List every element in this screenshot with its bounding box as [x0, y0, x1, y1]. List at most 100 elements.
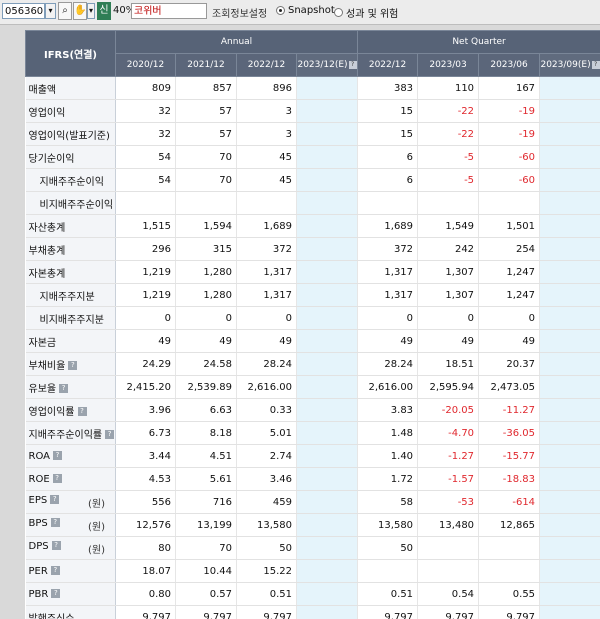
table-cell [296, 306, 359, 330]
table-cell: 1,219 [115, 260, 176, 284]
table-cell: 4.51 [175, 444, 237, 468]
table-cell [296, 122, 359, 146]
table-cell: 57 [175, 122, 237, 146]
table-cell [296, 559, 359, 583]
table-cell: 4.53 [115, 467, 176, 491]
table-cell: 45 [236, 145, 297, 169]
table-cell [539, 99, 600, 123]
table-cell: 2,473.05 [478, 375, 541, 399]
info-icon[interactable]: ? [50, 518, 60, 527]
info-icon[interactable]: ? [52, 474, 62, 483]
table-cell: 24.29 [115, 352, 176, 376]
table-cell: 9,797 [115, 605, 176, 619]
search-icon[interactable]: ⌕ [58, 2, 72, 20]
column-header-estimate[interactable]: 2023/12(E)? [295, 53, 359, 77]
table-cell: 383 [357, 76, 419, 100]
row-label: PER? [25, 559, 116, 583]
table-cell: 3.83 [357, 398, 419, 422]
financial-table-body: 매출액 809 857 896 383 110 167 영업이익 32 57 3 15 -22 -19 영업… [25, 76, 600, 619]
info-icon[interactable]: ? [105, 430, 115, 439]
table-cell [539, 513, 600, 537]
table-cell: 70 [175, 536, 237, 560]
estimate-help-icon[interactable]: ? [591, 60, 600, 69]
table-cell [175, 191, 237, 215]
stock-code-input[interactable]: 056360 [2, 3, 45, 19]
row-label: 비지배주주순이익 [25, 191, 116, 215]
table-cell: -1.57 [417, 467, 480, 491]
row-label-text: 자산총계 [28, 222, 66, 234]
info-icon[interactable]: ? [51, 541, 61, 550]
row-label: ROE? [25, 467, 116, 491]
table-cell: 13,199 [175, 513, 237, 537]
new-button[interactable]: 신 [97, 2, 111, 20]
table-cell: -18.83 [478, 467, 541, 491]
table-row: 지배주주순이익 54 70 45 6 -5 -60 [25, 168, 600, 192]
radio-snapshot-dot[interactable] [276, 6, 285, 15]
table-cell: 3.44 [115, 444, 176, 468]
row-label: 유보율? [25, 375, 116, 399]
table-cell: -11.27 [478, 398, 541, 422]
column-header-estimate[interactable]: 2023/09(E)? [539, 53, 600, 77]
table-cell [357, 559, 419, 583]
table-cell: 3.96 [115, 398, 176, 422]
info-icon[interactable]: ? [68, 361, 78, 370]
table-cell [539, 329, 600, 353]
table-cell: 2,616.00 [357, 375, 419, 399]
table-cell [296, 421, 359, 445]
table-cell [539, 444, 600, 468]
table-cell: 70 [175, 145, 237, 169]
table-cell: 809 [115, 76, 176, 100]
table-cell: 45 [236, 168, 297, 192]
info-icon[interactable]: ? [50, 495, 60, 504]
column-header: 2022/12 [236, 53, 297, 77]
row-label-text: 자본총계 [28, 268, 66, 280]
table-cell: 896 [236, 76, 297, 100]
row-label: 지배주주순이익 [25, 168, 116, 192]
radio-performance-dot[interactable] [334, 8, 343, 17]
table-cell: 13,580 [357, 513, 419, 537]
table-cell: 32 [115, 99, 176, 123]
table-cell: 1,689 [357, 214, 419, 238]
table-cell: 12,865 [478, 513, 541, 537]
table-cell [478, 191, 541, 215]
info-icon[interactable]: ? [59, 384, 69, 393]
table-cell: 20.37 [478, 352, 541, 376]
info-icon[interactable]: ? [51, 589, 61, 598]
info-icon[interactable]: ? [50, 566, 60, 575]
table-cell: 1,549 [417, 214, 480, 238]
estimate-help-icon[interactable]: ? [348, 60, 357, 69]
financial-summary-panel: IFRS(연결) Annual Net Quarter 2020/12 2021… [25, 30, 600, 619]
table-cell: 6.73 [115, 421, 176, 445]
radio-snapshot[interactable]: Snapshot [276, 5, 335, 16]
table-cell [115, 191, 176, 215]
tool-dropdown-button[interactable]: ▾ [87, 3, 95, 19]
table-cell [539, 306, 600, 330]
info-icon[interactable]: ? [52, 451, 62, 460]
table-cell: 15.22 [236, 559, 297, 583]
column-header: 2020/12 [115, 53, 176, 77]
table-cell [296, 398, 359, 422]
company-name-field[interactable]: 코위버 [131, 3, 207, 19]
table-cell: 1,219 [115, 283, 176, 307]
table-cell: -15.77 [478, 444, 541, 468]
row-label-text: 유보율 [28, 383, 57, 395]
hand-tool-icon[interactable]: ✋ [73, 2, 87, 20]
code-dropdown-button[interactable]: ▾ [45, 3, 56, 19]
table-cell [539, 122, 600, 146]
row-label-text: 지배주주지분 [39, 291, 95, 303]
info-icon[interactable]: ? [77, 407, 87, 416]
radio-performance[interactable]: 성과 및 위험 [334, 5, 398, 20]
table-cell [539, 582, 600, 606]
table-cell: 1,317 [357, 283, 419, 307]
column-header-estimate-label: 2023/12(E) [297, 60, 348, 70]
row-label-text: ROA [28, 450, 50, 462]
table-cell: 1.72 [357, 467, 419, 491]
table-cell: 254 [478, 237, 541, 261]
table-cell: 49 [357, 329, 419, 353]
row-label-text: 영업이익률 [28, 406, 75, 418]
table-cell: 0.54 [417, 582, 480, 606]
row-label: BPS? (원) [25, 513, 116, 537]
table-cell: 1,307 [417, 283, 480, 307]
table-cell: 6 [357, 168, 419, 192]
table-cell: 13,580 [236, 513, 297, 537]
